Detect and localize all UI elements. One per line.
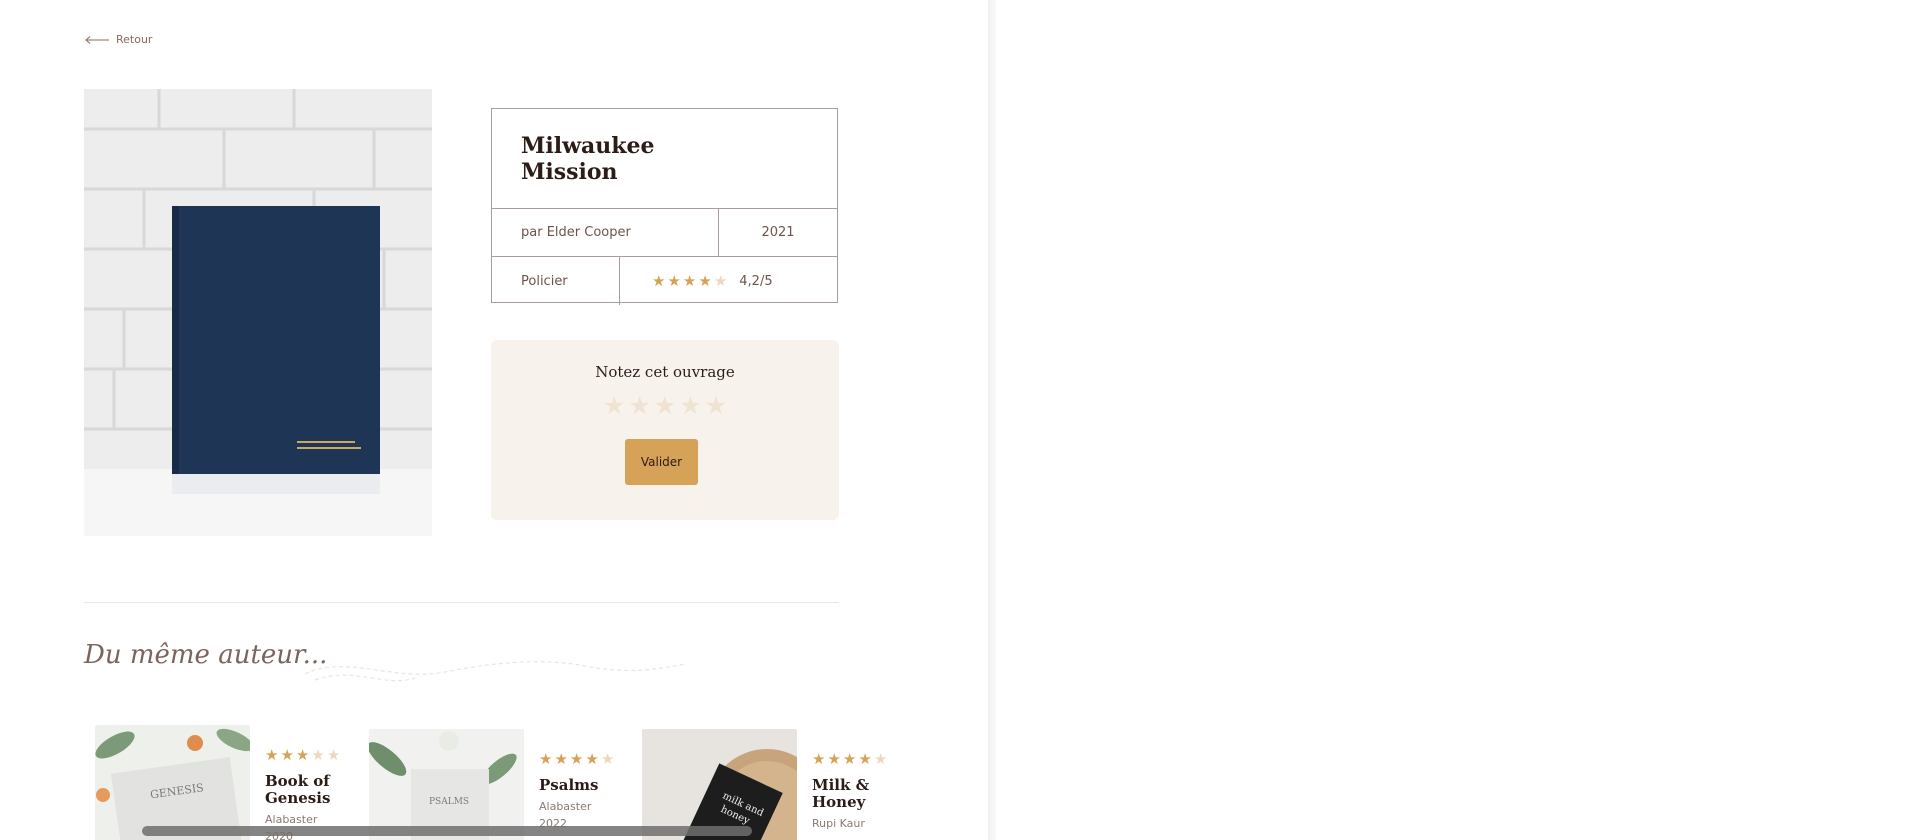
- book-info-table: Milwaukee Mission par Elder Cooper 2021 …: [491, 108, 838, 305]
- arrow-left-icon: [85, 35, 109, 44]
- book-title: Milwaukee Mission: [521, 133, 655, 185]
- rating-stars: ★ ★ ★ ★ ★: [652, 271, 728, 290]
- empty-panel: [996, 0, 1920, 840]
- star-icon: ★: [873, 750, 888, 768]
- section-title: Du même auteur...: [84, 640, 328, 670]
- star-icon: ★: [812, 750, 826, 768]
- book-author: par Elder Cooper: [492, 209, 719, 256]
- rate-star-icon[interactable]: ★: [654, 392, 676, 420]
- rate-book-box: Notez cet ouvrage ★ ★ ★ ★ ★ Valider: [491, 340, 839, 520]
- star-icon: ★: [682, 271, 697, 290]
- star-icon: ★: [585, 750, 599, 768]
- book-cover-image: [84, 89, 432, 536]
- star-icon: ★: [280, 746, 294, 764]
- related-book-title: Book of Genesis: [265, 772, 331, 807]
- related-book-stars: ★ ★ ★ ★ ★: [265, 747, 365, 763]
- rate-star-icon[interactable]: ★: [628, 392, 650, 420]
- related-book-image: GENESIS: [95, 725, 250, 840]
- rate-star-icon[interactable]: ★: [603, 392, 625, 420]
- title-cell: Milwaukee Mission: [492, 109, 837, 209]
- book-detail-page: Retour Milwaukee Mission par Elder Coope…: [0, 0, 989, 840]
- related-book-image: milk and honey: [642, 729, 797, 840]
- rate-heading: Notez cet ouvrage: [595, 363, 735, 381]
- related-book-card[interactable]: GENESIS ★ ★ ★ ★ ★ Book of Genesis Alabaster …: [95, 725, 360, 840]
- related-book-stars: ★ ★ ★ ★ ★: [812, 751, 912, 767]
- star-icon: ★: [827, 750, 841, 768]
- star-icon: ★: [326, 746, 341, 764]
- star-icon: ★: [842, 750, 857, 768]
- star-icon: ★: [600, 750, 615, 768]
- related-book-author: Alabaster: [539, 800, 592, 813]
- star-icon: ★: [652, 271, 666, 290]
- star-icon: ★: [311, 746, 325, 764]
- related-book-author: Alabaster: [265, 813, 318, 826]
- star-icon: ★: [265, 746, 279, 764]
- related-book-card[interactable]: milk and honey ★ ★ ★ ★ ★ Milk & Honey Rupi K…: [642, 729, 907, 840]
- star-icon: ★: [554, 750, 568, 768]
- star-icon: ★: [569, 750, 584, 768]
- star-icon: ★: [698, 271, 712, 290]
- info-row-author-year: par Elder Cooper 2021: [492, 209, 837, 257]
- rate-star-icon[interactable]: ★: [679, 392, 701, 420]
- svg-text:PSALMS: PSALMS: [429, 797, 469, 807]
- panel-edge: [988, 0, 996, 840]
- info-row-genre-rating: Policier ★ ★ ★ ★ ★ 4,2/5: [492, 257, 837, 305]
- related-book-stars: ★ ★ ★ ★ ★: [539, 751, 639, 767]
- decorative-squiggle: [305, 661, 685, 682]
- back-link[interactable]: Retour: [84, 33, 152, 46]
- star-icon: ★: [858, 750, 872, 768]
- star-icon: ★: [295, 746, 310, 764]
- book-genre: Policier: [492, 257, 620, 305]
- related-book-title: Psalms: [539, 776, 599, 794]
- book-rating: ★ ★ ★ ★ ★ 4,2/5: [620, 257, 837, 305]
- related-book-card[interactable]: PSALMS ★ ★ ★ ★ ★ Psalms Alabaster 2022: [369, 729, 634, 840]
- book-year: 2021: [761, 225, 795, 240]
- back-label: Retour: [116, 33, 153, 46]
- star-icon: ★: [713, 271, 728, 290]
- section-divider: [84, 602, 839, 603]
- submit-rating-button[interactable]: Valider: [625, 439, 698, 485]
- related-book-image: PSALMS: [369, 729, 524, 840]
- carousel-scrollbar[interactable]: [142, 826, 752, 836]
- related-book-author: Rupi Kaur: [812, 817, 865, 830]
- star-icon: ★: [539, 750, 553, 768]
- related-book-title: Milk & Honey: [812, 776, 870, 811]
- rate-star-icon[interactable]: ★: [705, 392, 727, 420]
- star-icon: ★: [667, 271, 681, 290]
- rating-picker: ★ ★ ★ ★ ★: [491, 392, 839, 420]
- rating-text: 4,2/5: [739, 273, 773, 289]
